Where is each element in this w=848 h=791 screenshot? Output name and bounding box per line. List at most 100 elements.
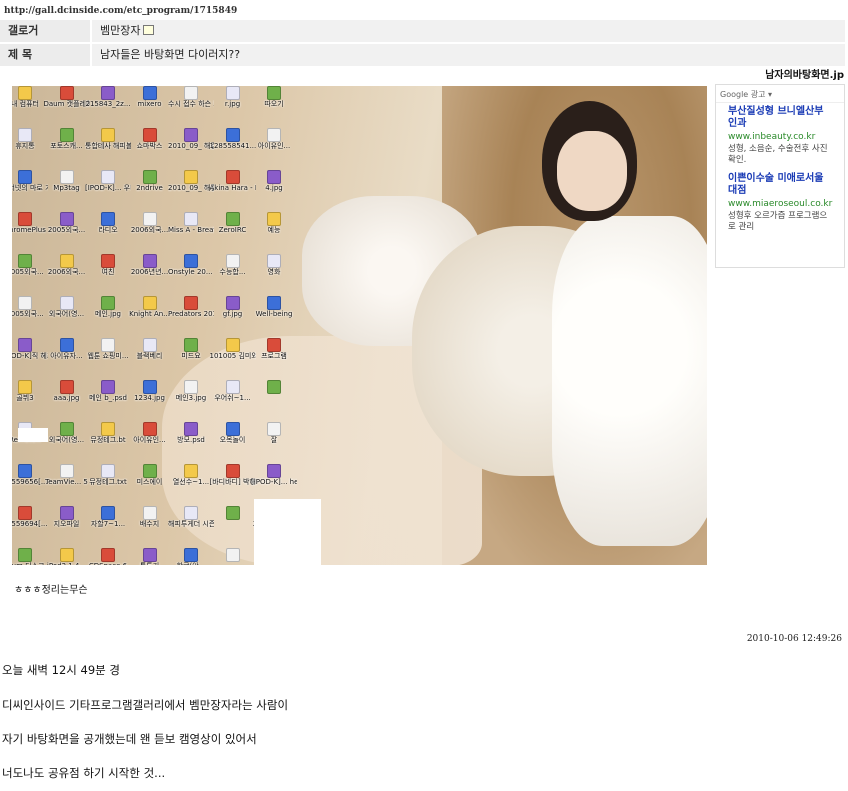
desktop-icon[interactable]: TeamVie... 5 xyxy=(44,464,90,486)
desktop-icon[interactable]: 2010_09_ 해결.hwp xyxy=(168,170,214,192)
ad-item[interactable]: 부산질성형 브니엘산부인과 www.inbeauty.co.kr 성형, 소음순… xyxy=(716,103,844,170)
desktop-icon[interactable]: 쇼마박스 xyxy=(127,128,173,150)
desktop-icon[interactable]: 포토스캐... xyxy=(44,128,90,150)
desktop-icon[interactable]: 1234.jpg xyxy=(127,380,173,402)
author-name[interactable]: 벰만장자 xyxy=(100,24,140,37)
desktop-icon[interactable]: Akina Hara - Fuck to S... xyxy=(210,170,256,192)
desktop-icon[interactable]: r.jpg xyxy=(210,86,256,108)
desktop-icon[interactable]: 잘 xyxy=(251,422,297,444)
desktop-icon[interactable]: 4.jpg xyxy=(251,170,297,192)
desktop-icon-label: 2006외국... xyxy=(47,268,86,276)
ad-label[interactable]: Google 광고 ▾ xyxy=(716,85,844,103)
desktop-icon[interactable]: 메인3.jpg xyxy=(168,380,214,402)
desktop-icon[interactable]: 우어쉬~1... xyxy=(210,380,256,402)
desktop-icon[interactable]: 아이유자... xyxy=(44,338,90,360)
desktop-icon[interactable]: 열선수~1... xyxy=(168,464,214,486)
desktop-icon[interactable]: 외국어(영... xyxy=(44,422,90,444)
desktop-icon-label: 방모.psd xyxy=(177,436,205,444)
ad-url[interactable]: www.miaeroseoul.co.kr xyxy=(716,197,844,209)
ad-title[interactable]: 부산질성형 브니엘산부인과 xyxy=(716,103,844,130)
desktop-icon-label: 215843_2z... xyxy=(85,100,131,108)
desktop-icon[interactable]: 따오기 xyxy=(251,86,297,108)
desktop-icon[interactable] xyxy=(251,380,297,394)
desktop-icon[interactable]: 통합테사 해피볼로... xyxy=(85,128,131,150)
gallog-icon[interactable] xyxy=(143,25,155,35)
desktop-icon[interactable]: 2006외국... xyxy=(127,212,173,234)
desktop-icon[interactable]: 한글(야... xyxy=(168,548,214,565)
desktop-icon[interactable]: Well-being xyxy=(251,296,297,318)
file-icon xyxy=(225,422,240,436)
desktop-icon[interactable]: 방모.psd xyxy=(168,422,214,444)
desktop-icon[interactable]: 2010_09_ 해결.hwp xyxy=(168,128,214,150)
desktop-icon[interactable]: 뮤정테그.bt xyxy=(85,422,131,444)
file-icon xyxy=(142,422,157,436)
desktop-icon[interactable]: Miss A - Breathe [... xyxy=(168,212,214,234)
file-icon xyxy=(59,380,74,394)
desktop-icon[interactable]: aaa.jpg xyxy=(44,380,90,402)
desktop-icon[interactable]: CDSpace 6 xyxy=(85,548,131,565)
file-icon xyxy=(59,170,74,184)
desktop-icon[interactable]: 메인 b_.psd xyxy=(85,380,131,402)
desktop-icon[interactable]: 수시 접수 하슨 모험... xyxy=(168,86,214,108)
desktop-icon[interactable]: 메인.jpg xyxy=(85,296,131,318)
title-label: 제 목 xyxy=(0,44,92,66)
desktop-icon[interactable]: 미드요 xyxy=(168,338,214,360)
desktop-icon[interactable] xyxy=(210,548,256,562)
ad-item[interactable]: 이쁜이수술 미애로서울대점 www.miaeroseoul.co.kr 성형후 … xyxy=(716,170,844,237)
file-icon xyxy=(18,254,32,268)
desktop-icon[interactable]: [바디바디] 박해준 2.avi xyxy=(210,464,256,486)
desktop-icon[interactable]: 해피투게더 시즌3E16... xyxy=(168,506,214,528)
desktop-icon[interactable]: 통투기 xyxy=(127,548,173,565)
body-line: 너도나도 공유점 하기 시작한 것... xyxy=(2,766,166,780)
desktop-icon-label: 아이유인... xyxy=(133,436,166,444)
desktop-icon[interactable]: Knight An... xyxy=(127,296,173,318)
desktop-icon[interactable]: 2005외국... xyxy=(44,212,90,234)
desktop-icon[interactable] xyxy=(210,506,256,520)
desktop-icon[interactable]: 128558541... xyxy=(210,128,256,150)
ad-title[interactable]: 이쁜이수술 미애로서울대점 xyxy=(716,170,844,197)
desktop-icon[interactable]: 외국어(영... xyxy=(44,296,90,318)
desktop-icon[interactable]: 블랙베리 xyxy=(127,338,173,360)
author-value[interactable]: 벰만장자 xyxy=(92,20,845,42)
desktop-icon[interactable]: Predators 2010 R5 ... xyxy=(168,296,214,318)
desktop-icon[interactable]: mixero xyxy=(127,86,173,108)
desktop-icon[interactable]: 2006년년... xyxy=(127,254,173,276)
body-line: 자기 바탕화면을 공개했는데 왠 듣보 캠영상이 있어서 xyxy=(2,732,257,746)
file-icon xyxy=(225,338,240,352)
redacted-box xyxy=(18,428,48,442)
desktop-icon[interactable]: [IPOD-K]... he Runa... xyxy=(251,464,297,486)
file-icon xyxy=(225,380,240,394)
desktop-icon[interactable]: 라디오 xyxy=(85,212,131,234)
desktop-icon-label: 쇼마박스 xyxy=(136,142,163,150)
desktop-icon[interactable]: iPod2 1.4... xyxy=(44,548,90,565)
desktop-icon[interactable]: 배수지 xyxy=(127,506,173,528)
desktop-icon[interactable]: Onstyle 20... 수금모델 xyxy=(168,254,214,276)
desktop-icon[interactable]: 2ndrive xyxy=(127,170,173,192)
file-icon xyxy=(142,296,157,310)
desktop-icon[interactable]: 101005 김미와익... xyxy=(210,338,256,360)
desktop-icon[interactable]: 웹툰 쇼핑미... xyxy=(85,338,131,360)
desktop-icon[interactable]: 아이유인... xyxy=(251,128,297,150)
desktop-icon[interactable]: Daum 캣플레이... xyxy=(44,86,90,108)
desktop-icon[interactable]: 뮤정테그.txt xyxy=(85,464,131,486)
desktop-icon[interactable]: Mp3tag xyxy=(44,170,90,192)
ad-url[interactable]: www.inbeauty.co.kr xyxy=(716,130,844,142)
desktop-icon-label: 열선수~1... xyxy=(172,478,210,486)
desktop-icon[interactable]: 영화 xyxy=(251,254,297,276)
desktop-icon[interactable]: 오목놀이 xyxy=(210,422,256,444)
desktop-icon[interactable]: 예능 xyxy=(251,212,297,234)
desktop-icon[interactable]: 여친 xyxy=(85,254,131,276)
desktop-icon-label: 자할7~1... xyxy=(90,520,126,528)
desktop-icon[interactable]: 215843_2z... xyxy=(85,86,131,108)
file-icon xyxy=(101,338,115,352)
desktop-icon[interactable]: 아이유인... xyxy=(127,422,173,444)
desktop-icon[interactable]: ZeroIRC xyxy=(210,212,256,234)
desktop-icon[interactable]: gf.jpg xyxy=(210,296,256,318)
desktop-icon[interactable]: 자할7~1... xyxy=(85,506,131,528)
desktop-icon[interactable]: 지오파일 xyxy=(44,506,90,528)
desktop-icon[interactable]: [IPOD-K]... 우비 Killer... xyxy=(85,170,131,192)
desktop-icon[interactable]: 프로그램 xyxy=(251,338,297,360)
desktop-icon[interactable]: 미스에이 xyxy=(127,464,173,486)
desktop-icon[interactable]: 수능합... xyxy=(210,254,256,276)
desktop-icon[interactable]: 2006외국... xyxy=(44,254,90,276)
